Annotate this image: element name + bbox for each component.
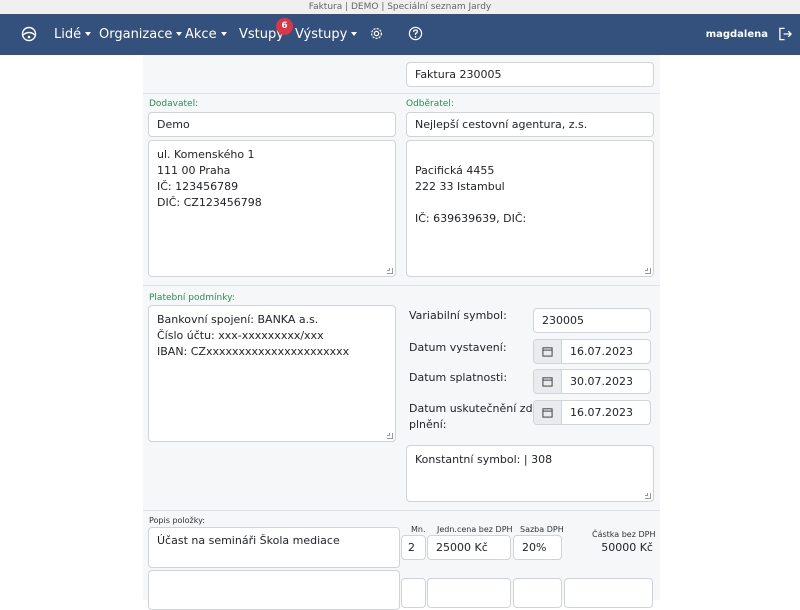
nav-organizace-label: Organizace xyxy=(99,27,173,42)
item-total-amount: 50000 Kč xyxy=(601,541,653,554)
due-date-label: Datum splatnosti: xyxy=(409,371,508,384)
address-line: ul. Komenského 1 xyxy=(157,148,255,161)
address-line: 111 00 Praha xyxy=(157,164,231,177)
supplier-label: Dodavatel: xyxy=(149,99,199,109)
address-line xyxy=(415,195,645,211)
item-vat-field[interactable]: 20% xyxy=(513,535,562,560)
logout-icon[interactable] xyxy=(778,27,793,43)
address-line: IČ: 123456789 xyxy=(157,180,239,193)
unit-price-column-header: Jedn.cena bez DPH xyxy=(437,525,513,534)
item-unit-price-field-new[interactable] xyxy=(427,578,511,608)
nav-vystupy-label: Výstupy xyxy=(295,27,348,42)
payment-terms-label: Platební podmínky: xyxy=(149,293,235,303)
address-line: 222 33 Istambul xyxy=(415,180,505,193)
question-icon[interactable] xyxy=(408,26,423,42)
item-total-field-new[interactable] xyxy=(564,578,653,608)
calendar-icon[interactable] xyxy=(534,401,562,424)
notification-badge: 6 xyxy=(276,18,293,35)
variable-symbol-label: Variabilní symbol: xyxy=(409,309,507,322)
due-date-field[interactable]: 30.07.2023 xyxy=(533,369,651,394)
calendar-icon[interactable] xyxy=(534,340,562,363)
palette-icon[interactable] xyxy=(21,26,37,42)
address-line: DIČ: CZ123456798 xyxy=(157,196,262,209)
taxable-date-value: 16.07.2023 xyxy=(570,406,633,419)
issue-date-label: Datum vystavení: xyxy=(409,341,507,354)
address-line: IČ: 639639639, DIČ: xyxy=(415,212,527,225)
chevron-down-icon xyxy=(85,31,92,36)
variable-symbol-field[interactable]: 230005 xyxy=(533,308,651,333)
customer-address-textarea[interactable]: Pacifická 4455 222 33 Istambul IČ: 63963… xyxy=(406,140,654,277)
resize-handle-icon[interactable] xyxy=(387,268,393,274)
taxable-date-label-line: Datum uskutečnění zd. xyxy=(409,402,537,415)
navbar: Lidé Organizace Akce Vstupy 6 Výstupy ma… xyxy=(0,14,800,55)
nav-vystupy[interactable]: Výstupy xyxy=(295,14,358,55)
taxable-date-label-line: plnění: xyxy=(409,418,447,431)
divider xyxy=(143,285,660,286)
nav-organizace[interactable]: Organizace xyxy=(99,14,183,55)
calendar-icon[interactable] xyxy=(534,370,562,393)
customer-name-field[interactable]: Nejlepší cestovní agentura, z.s. xyxy=(406,112,654,137)
item-description-label: Popis položky: xyxy=(149,516,205,525)
vat-column-header: Sazba DPH xyxy=(520,525,564,534)
payment-line: Číslo účtu: xxx-xxxxxxxxx/xxx xyxy=(157,329,324,342)
taxable-date-label: Datum uskutečnění zd. plnění: xyxy=(409,401,536,432)
item-qty-field-new[interactable] xyxy=(401,578,426,608)
issue-date-value: 16.07.2023 xyxy=(570,345,633,358)
item-description-field-new[interactable] xyxy=(148,570,400,610)
constant-symbol-text: Konstantní symbol: | 308 xyxy=(415,453,553,466)
item-description-field[interactable]: Účast na semináři Škola mediace xyxy=(148,527,400,568)
payment-terms-textarea[interactable]: Bankovní spojení: BANKA a.s. Číslo účtu:… xyxy=(148,305,396,442)
chevron-down-icon xyxy=(176,31,183,36)
nav-akce[interactable]: Akce xyxy=(185,14,227,55)
nav-akce-label: Akce xyxy=(185,27,217,42)
item-unit-price-field[interactable]: 25000 Kč xyxy=(427,535,511,560)
due-date-value: 30.07.2023 xyxy=(570,375,633,388)
payment-line: Bankovní spojení: BANKA a.s. xyxy=(157,313,319,326)
nav-lide-label: Lidé xyxy=(54,27,82,42)
address-line xyxy=(415,147,645,163)
supplier-address-textarea[interactable]: ul. Komenského 1 111 00 Praha IČ: 123456… xyxy=(148,140,396,277)
issue-date-field[interactable]: 16.07.2023 xyxy=(533,339,651,364)
item-vat-field-new[interactable] xyxy=(513,578,562,608)
resize-handle-icon[interactable] xyxy=(387,433,393,439)
resize-handle-icon[interactable] xyxy=(645,268,651,274)
item-qty-field[interactable]: 2 xyxy=(401,535,426,560)
taxable-date-field[interactable]: 16.07.2023 xyxy=(533,400,651,425)
payment-line: IBAN: CZxxxxxxxxxxxxxxxxxxxxxx xyxy=(157,345,350,358)
chevron-down-icon xyxy=(351,31,358,36)
gear-icon[interactable] xyxy=(369,26,384,42)
constant-symbol-textarea[interactable]: Konstantní symbol: | 308 xyxy=(406,445,654,502)
divider xyxy=(143,510,660,511)
qty-column-header: Mn. xyxy=(411,525,426,534)
divider xyxy=(143,93,660,94)
supplier-name-field[interactable]: Demo xyxy=(148,112,396,137)
resize-handle-icon[interactable] xyxy=(645,493,651,499)
address-line: Pacifická 4455 xyxy=(415,164,495,177)
invoice-number-field[interactable]: Faktura 230005 xyxy=(406,62,654,87)
window-title: Faktura | DEMO | Speciální seznam Jardy xyxy=(0,0,800,14)
customer-label: Odběratel: xyxy=(406,99,454,109)
chevron-down-icon xyxy=(220,31,227,36)
user-name[interactable]: magdalena xyxy=(706,14,768,55)
total-column-header: Částka bez DPH xyxy=(592,530,656,539)
nav-lide[interactable]: Lidé xyxy=(54,14,92,55)
